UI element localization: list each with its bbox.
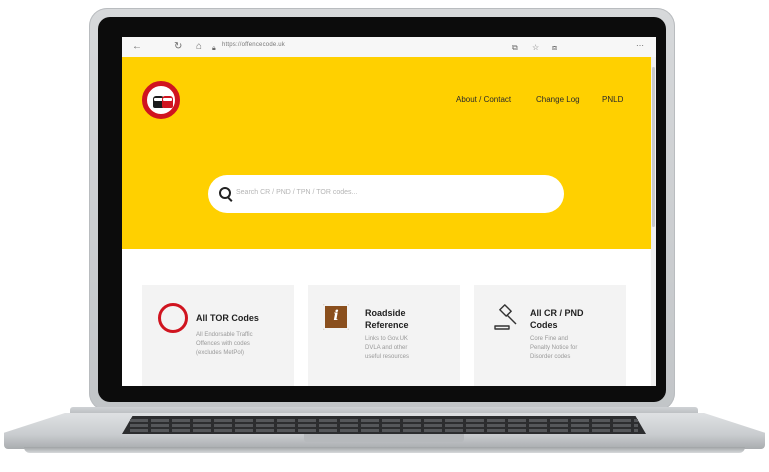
scrollbar-thumb[interactable] xyxy=(652,67,655,227)
site-logo[interactable] xyxy=(142,81,180,119)
key-row xyxy=(130,429,638,432)
reading-mode-icon[interactable]: ⧉ xyxy=(512,42,518,54)
search-input[interactable]: Search CR / PND / TPN / TOR codes... xyxy=(236,189,357,196)
card-desc-line: Penalty Notice for xyxy=(530,345,578,351)
trackpad xyxy=(304,434,464,442)
laptop-base xyxy=(4,407,765,455)
card-desc-line: All Endorsable Traffic xyxy=(196,332,253,338)
red-ring-icon xyxy=(158,303,188,333)
card-all-tor-codes[interactable]: All TOR Codes All Endorsable Traffic Off… xyxy=(142,285,294,386)
card-desc-line: DVLA and other xyxy=(365,345,408,351)
card-desc-line: Disorder codes xyxy=(530,354,571,360)
search-icon xyxy=(219,187,231,199)
key-row xyxy=(130,424,638,427)
lock-icon: 🔒︎ xyxy=(212,45,216,52)
search-box[interactable]: Search CR / PND / TPN / TOR codes... xyxy=(208,175,564,213)
card-section: All TOR Codes All Endorsable Traffic Off… xyxy=(122,249,651,386)
card-desc-line: Offences with codes xyxy=(196,341,250,347)
laptop-foot xyxy=(24,447,745,453)
back-arrow-icon[interactable]: ← xyxy=(132,41,142,53)
laptop-screen: ← ↻ ⌂ 🔒︎ https://offencecode.uk ⧉ ☆ ⧈ ⋯ … xyxy=(122,37,656,386)
nav-pnld[interactable]: PNLD xyxy=(602,95,623,104)
card-title: Reference xyxy=(365,320,409,330)
card-title: All TOR Codes xyxy=(196,313,259,323)
card-desc-line: (excludes MetPol) xyxy=(196,350,245,356)
home-icon[interactable]: ⌂ xyxy=(196,41,202,53)
red-car-icon xyxy=(162,96,173,108)
card-title: All CR / PND xyxy=(530,308,584,318)
collections-icon[interactable]: ⧈ xyxy=(552,42,557,54)
card-roadside-reference[interactable]: i Roadside Reference Links to Gov.UK DVL… xyxy=(308,285,460,386)
favorites-icon[interactable]: ☆ xyxy=(532,42,539,54)
card-all-cr-pnd-codes[interactable]: All CR / PND Codes Core Fine and Penalty… xyxy=(474,285,626,386)
reload-icon[interactable]: ↻ xyxy=(174,41,182,53)
address-bar[interactable]: https://offencecode.uk xyxy=(222,42,285,48)
key-row xyxy=(130,419,638,422)
info-icon: i xyxy=(323,304,349,330)
more-menu-icon[interactable]: ⋯ xyxy=(636,40,644,52)
card-desc-line: Links to Gov.UK xyxy=(365,336,408,342)
card-title: Codes xyxy=(530,320,558,330)
card-title: Roadside xyxy=(365,308,406,318)
hero-banner: About / Contact Change Log PNLD Search C… xyxy=(122,57,651,249)
nav-change-log[interactable]: Change Log xyxy=(536,95,580,104)
gavel-icon xyxy=(494,304,517,330)
nav-about-contact[interactable]: About / Contact xyxy=(456,95,511,104)
browser-toolbar: ← ↻ ⌂ 🔒︎ https://offencecode.uk ⧉ ☆ ⧈ ⋯ xyxy=(122,37,656,58)
card-desc-line: useful resources xyxy=(365,354,410,360)
scrollbar[interactable] xyxy=(651,57,656,386)
card-desc-line: Core Fine and xyxy=(530,336,569,342)
